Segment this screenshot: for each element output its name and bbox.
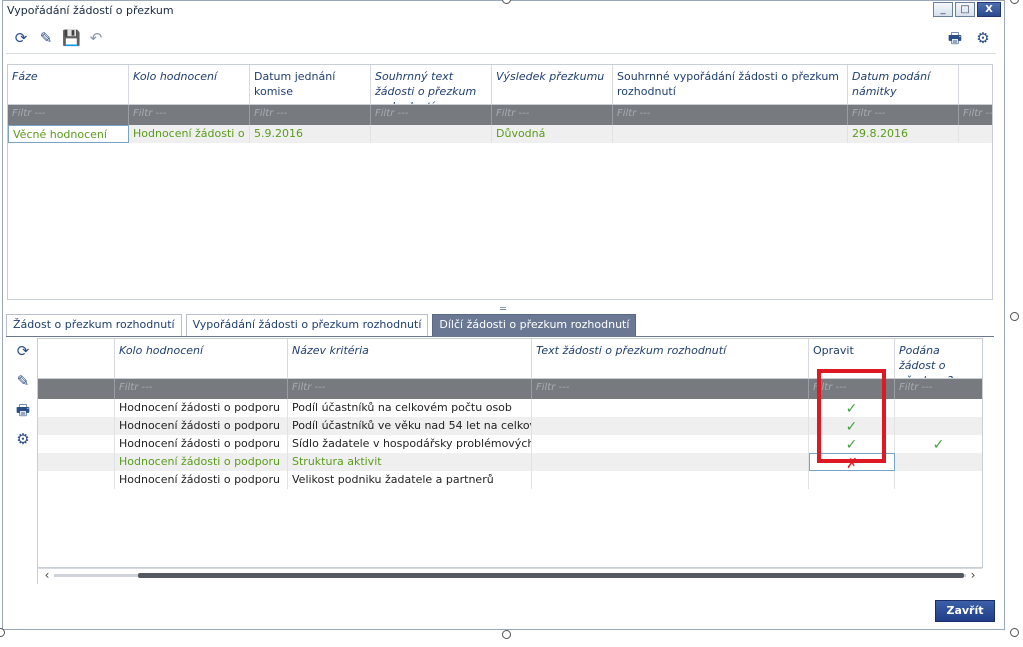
save-icon[interactable]: 💾 — [62, 29, 81, 47]
print-icon[interactable]: 🖶 — [946, 29, 964, 47]
cell-kolo[interactable]: Hodnocení žádosti o po — [129, 125, 250, 143]
cell-text[interactable] — [532, 417, 809, 435]
table-row[interactable]: Hodnocení žádosti o podporu Velikost pod… — [38, 471, 982, 489]
header-extra[interactable] — [959, 65, 992, 104]
filter-input[interactable]: Filtr --- — [288, 379, 532, 399]
side-toolbar: ⟳ ✎ 🖶 ⚙ — [8, 338, 38, 584]
edit-icon[interactable]: ✎ — [14, 372, 32, 390]
top-grid-header: Fáze Kolo hodnocení Datum jednání komise… — [8, 65, 992, 105]
cell-podana[interactable] — [895, 453, 982, 471]
top-grid: Fáze Kolo hodnocení Datum jednání komise… — [7, 64, 993, 300]
header-faze[interactable]: Fáze — [8, 65, 129, 104]
row-spacer — [38, 471, 115, 489]
header-datum-podani[interactable]: Datum podání námitky — [848, 65, 959, 104]
scroll-right-icon[interactable]: › — [966, 569, 980, 581]
cell-extra[interactable] — [959, 125, 992, 143]
filter-input[interactable]: Filtr --- — [959, 105, 992, 125]
tab-underline — [6, 336, 994, 337]
header-kolo-hodnoceni[interactable]: Kolo hodnocení — [115, 339, 288, 378]
cell-kolo[interactable]: Hodnocení žádosti o podporu — [115, 471, 288, 489]
row-spacer — [38, 453, 115, 471]
check-icon[interactable]: ✓ — [895, 435, 982, 453]
cell-datum-jednani[interactable]: 5.9.2016 — [250, 125, 371, 143]
filter-input[interactable]: Filtr --- — [8, 105, 129, 125]
window-title: Vypořádání žádostí o přezkum — [7, 4, 174, 17]
filter-blank — [38, 379, 115, 399]
filter-input[interactable]: Filtr --- — [613, 105, 848, 125]
top-grid-filter-row: Filtr --- Filtr --- Filtr --- Filtr --- … — [8, 105, 992, 125]
header-datum-jednani[interactable]: Datum jednání komise — [250, 65, 371, 104]
resize-handle[interactable] — [0, 628, 5, 637]
tab-dilci-zadosti[interactable]: Dílčí žádosti o přezkum rozhodnutí — [432, 314, 637, 336]
horizontal-scrollbar[interactable]: ‹ › — [38, 568, 982, 582]
cell-nazev[interactable]: Velikost podniku žadatele a partnerů — [288, 471, 532, 489]
refresh-icon[interactable]: ⟳ — [12, 29, 30, 47]
close-button[interactable]: Zavřít — [935, 600, 995, 622]
undo-icon[interactable]: ↶ — [87, 29, 105, 47]
cell-souhrnny-text[interactable] — [371, 125, 492, 143]
cell-opravit[interactable] — [809, 471, 895, 489]
filter-input[interactable]: Filtr --- — [492, 105, 613, 125]
header-text-zadosti[interactable]: Text žádosti o přezkum rozhodnutí — [532, 339, 809, 378]
row-spacer — [38, 417, 115, 435]
cell-vysledek[interactable]: Důvodná — [492, 125, 613, 143]
cell-kolo[interactable]: Hodnocení žádosti o podporu — [115, 417, 288, 435]
tab-bar: Žádost o přezkum rozhodnutí Vypořádání ž… — [6, 314, 637, 336]
window-controls: _ □ X — [933, 2, 1001, 17]
row-spacer — [38, 435, 115, 453]
cell-nazev[interactable]: Sídlo žadatele v hospodářsky problémovýc… — [288, 435, 532, 453]
header-blank — [38, 339, 115, 378]
resize-handle[interactable] — [1010, 628, 1019, 637]
filter-input[interactable]: Filtr --- — [895, 379, 982, 399]
header-kolo[interactable]: Kolo hodnocení — [129, 65, 250, 104]
header-souhrnny-text[interactable]: Souhrnný text žádosti o přezkum rozhodnu… — [371, 65, 492, 104]
minimize-button[interactable]: _ — [933, 2, 953, 17]
cell-podana[interactable] — [895, 417, 982, 435]
close-window-button[interactable]: X — [977, 2, 1001, 17]
cell-kolo[interactable]: Hodnocení žádosti o podporu — [115, 399, 288, 417]
header-nazev-kriteria[interactable]: Název kritéria — [288, 339, 532, 378]
table-row[interactable]: Věcné hodnocení Hodnocení žádosti o po 5… — [8, 125, 992, 143]
refresh-icon[interactable]: ⟳ — [14, 342, 32, 360]
cell-nazev[interactable]: Podíl účastníků na celkovém počtu osob — [288, 399, 532, 417]
resize-handle[interactable] — [502, 630, 511, 639]
resize-handle[interactable] — [1010, 312, 1019, 321]
tab-zadost[interactable]: Žádost o přezkum rozhodnutí — [6, 314, 182, 336]
cell-text[interactable] — [532, 453, 809, 471]
main-toolbar: ⟳ ✎ 💾 ↶ 🖶 ⚙ — [6, 26, 996, 54]
scroll-left-icon[interactable]: ‹ — [40, 569, 54, 581]
cell-nazev[interactable]: Struktura aktivit — [288, 453, 532, 471]
print-icon[interactable]: 🖶 — [14, 401, 32, 419]
filter-input[interactable]: Filtr --- — [129, 105, 250, 125]
settings-icon[interactable]: ⚙ — [14, 430, 32, 448]
cell-podana[interactable] — [895, 471, 982, 489]
cell-souhrnne-vyporadani[interactable] — [613, 125, 848, 143]
cell-text[interactable] — [532, 435, 809, 453]
filter-input[interactable]: Filtr --- — [848, 105, 959, 125]
tab-vyporadani[interactable]: Vypořádání žádosti o přezkum rozhodnutí — [185, 314, 429, 336]
filter-input[interactable]: Filtr --- — [115, 379, 288, 399]
cell-faze[interactable]: Věcné hodnocení — [8, 125, 129, 143]
highlight-annotation — [817, 369, 886, 463]
header-souhrnne-vyporadani[interactable]: Souhrnné vypořádání žádosti o přezkum ro… — [613, 65, 848, 104]
edit-icon[interactable]: ✎ — [37, 29, 55, 47]
scroll-thumb[interactable] — [138, 573, 964, 578]
cell-kolo[interactable]: Hodnocení žádosti o podporu — [115, 453, 288, 471]
row-spacer — [38, 399, 115, 417]
cell-podana[interactable] — [895, 399, 982, 417]
filter-input[interactable]: Filtr --- — [532, 379, 809, 399]
filter-input[interactable]: Filtr --- — [250, 105, 371, 125]
maximize-button[interactable]: □ — [955, 2, 975, 17]
cell-nazev[interactable]: Podíl účastníků ve věku nad 54 let na ce… — [288, 417, 532, 435]
cell-kolo[interactable]: Hodnocení žádosti o podporu — [115, 435, 288, 453]
header-podana-zadost[interactable]: Podána žádost o přezkum? — [895, 339, 982, 378]
cell-text[interactable] — [532, 399, 809, 417]
resize-handle[interactable] — [1010, 0, 1019, 4]
settings-icon[interactable]: ⚙ — [974, 29, 992, 47]
filter-input[interactable]: Filtr --- — [371, 105, 492, 125]
cell-datum-podani[interactable]: 29.8.2016 — [848, 125, 959, 143]
header-vysledek[interactable]: Výsledek přezkumu — [492, 65, 613, 104]
cell-text[interactable] — [532, 471, 809, 489]
